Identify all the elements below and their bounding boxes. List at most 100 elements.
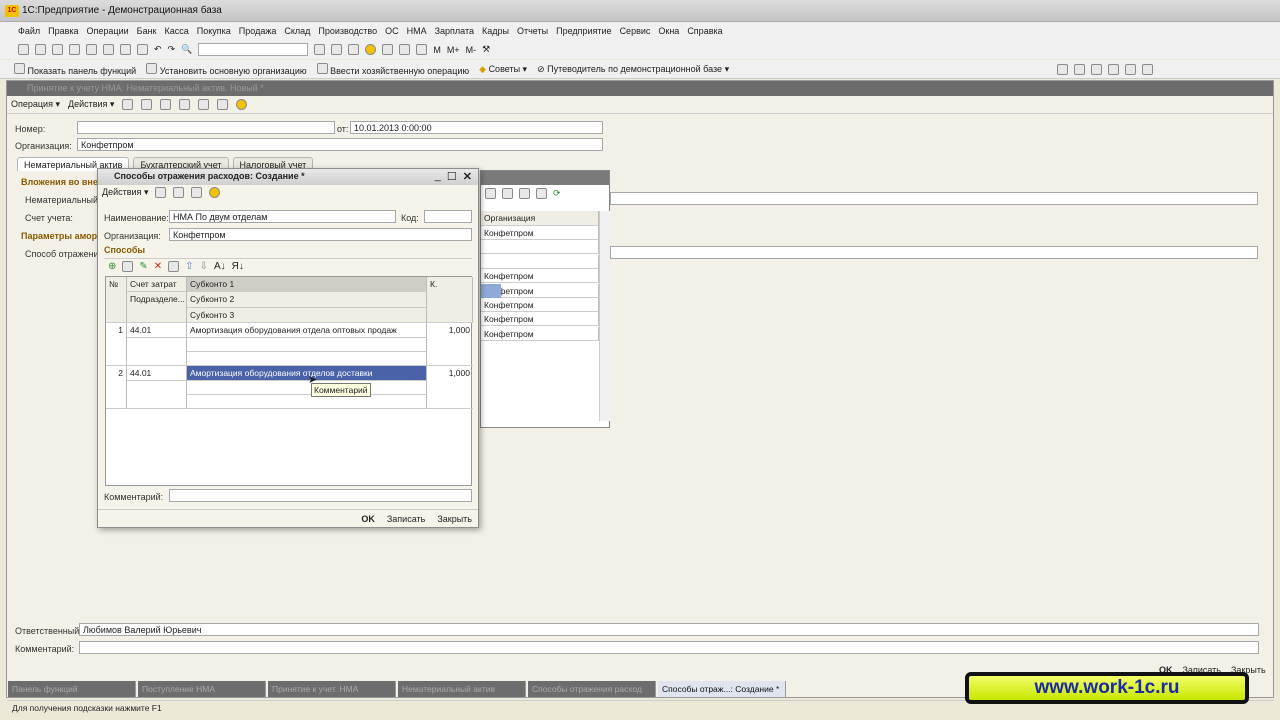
row-coef[interactable]: 1,000: [427, 323, 473, 366]
taskbar-item[interactable]: Принятие к учет. НМА: [268, 681, 396, 697]
row-sub3[interactable]: [187, 352, 427, 366]
menu-item[interactable]: Производство: [318, 26, 377, 36]
row-coef[interactable]: 1,000: [427, 366, 473, 409]
tools-icon[interactable]: ⚒: [482, 44, 490, 55]
taskbar-item[interactable]: Способы отражения расход: [528, 681, 656, 697]
taskbar-item[interactable]: Поступление НМА: [138, 681, 266, 697]
row-dept[interactable]: [127, 381, 187, 409]
save-icon[interactable]: [52, 44, 63, 55]
post-icon[interactable]: [122, 99, 134, 110]
memory-plus-button[interactable]: M+: [447, 45, 460, 55]
responsible-input[interactable]: Любимов Валерий Юрьевич: [79, 623, 1259, 636]
menu-item[interactable]: Покупка: [197, 26, 231, 36]
row-num[interactable]: 1: [106, 323, 127, 366]
copy-icon[interactable]: [86, 44, 97, 55]
dialog-actions-menu[interactable]: Действия ▾: [102, 187, 148, 198]
filter-icon[interactable]: [485, 188, 496, 199]
end-edit-icon[interactable]: [168, 261, 180, 272]
help-icon[interactable]: [236, 99, 248, 110]
date-input[interactable]: 10.01.2013 0:00:00: [350, 121, 603, 134]
row-sub1[interactable]: Амортизация оборудования отделов доставк…: [187, 366, 427, 381]
list-row[interactable]: Конфетпром: [481, 226, 599, 240]
find-next-icon[interactable]: [314, 44, 326, 55]
tile-h-icon[interactable]: [1091, 63, 1103, 75]
list-row[interactable]: [481, 254, 599, 269]
help-icon[interactable]: [209, 187, 221, 198]
operation-menu[interactable]: Операция ▾: [11, 99, 60, 110]
print-icon[interactable]: [120, 44, 131, 55]
menu-item[interactable]: Касса: [164, 26, 188, 36]
calendar2-icon[interactable]: [399, 44, 411, 55]
redo-icon[interactable]: ↷: [168, 44, 176, 55]
comment-input[interactable]: [79, 641, 1259, 654]
row-sub3[interactable]: [187, 395, 427, 409]
row-account[interactable]: 44.01: [127, 323, 187, 338]
copy-doc-icon[interactable]: [160, 99, 172, 110]
list-row[interactable]: Конфетпром: [481, 326, 599, 341]
cascade-icon[interactable]: [1074, 63, 1086, 75]
menu-item[interactable]: Правка: [48, 26, 78, 36]
delete-icon[interactable]: ✕: [154, 261, 162, 272]
menu-item[interactable]: Предприятие: [556, 26, 611, 36]
close-icon[interactable]: ✕: [463, 170, 472, 183]
menu-item[interactable]: Операции: [87, 26, 129, 36]
sort-desc-icon[interactable]: Я↓: [232, 261, 244, 272]
entries-icon[interactable]: [198, 99, 210, 110]
list-scrollbar[interactable]: [599, 211, 610, 421]
tile-icon[interactable]: [1057, 63, 1069, 75]
tile-v-icon[interactable]: [1108, 63, 1120, 75]
guide-button[interactable]: ⊘ Путеводитель по демонстрационной базе …: [537, 64, 729, 75]
minimize-icon[interactable]: _: [435, 170, 441, 183]
menu-item[interactable]: Склад: [284, 26, 310, 36]
nma-input[interactable]: [610, 192, 1258, 205]
method-input[interactable]: [610, 246, 1258, 259]
taskbar-item[interactable]: Панель функций: [8, 681, 136, 697]
refresh-icon[interactable]: ⟳: [553, 188, 561, 199]
menu-item[interactable]: Кадры: [482, 26, 509, 36]
open-icon[interactable]: [35, 44, 46, 55]
row-num[interactable]: 2: [106, 366, 127, 409]
undo-icon[interactable]: ↶: [154, 44, 162, 55]
copy-icon[interactable]: [191, 187, 203, 198]
report-icon[interactable]: [217, 99, 229, 110]
list-header-org[interactable]: Организация: [481, 211, 599, 226]
set-org-button[interactable]: Установить основную организацию: [146, 62, 307, 76]
filter-clear-icon[interactable]: [536, 188, 547, 199]
dialog-comment-input[interactable]: [169, 489, 472, 502]
taskbar-item[interactable]: Нематериальный актив: [398, 681, 526, 697]
maximize-icon[interactable]: ☐: [447, 170, 457, 183]
dialog-save-button[interactable]: Записать: [387, 514, 425, 524]
col-dept[interactable]: Подразделе...: [127, 292, 187, 323]
menu-item[interactable]: Справка: [687, 26, 722, 36]
enter-operation-button[interactable]: Ввести хозяйственную операцию: [316, 62, 469, 76]
menu-item[interactable]: Отчеты: [517, 26, 548, 36]
menu-item[interactable]: Зарплата: [435, 26, 474, 36]
search-input[interactable]: [198, 43, 309, 56]
col-sub1[interactable]: Субконто 1: [187, 277, 427, 292]
minimize-all-icon[interactable]: [1125, 63, 1137, 75]
sort-asc-icon[interactable]: A↓: [214, 261, 226, 272]
list-row[interactable]: Конфетпром: [481, 298, 599, 312]
edit-icon[interactable]: ✎: [139, 261, 147, 272]
col-account[interactable]: Счет затрат: [127, 277, 187, 292]
users-icon[interactable]: [416, 44, 428, 55]
col-num[interactable]: №: [106, 277, 127, 323]
copy-row-icon[interactable]: [122, 261, 134, 272]
menu-item[interactable]: ОС: [385, 26, 399, 36]
taskbar-item[interactable]: Способы отраж...: Создание *: [658, 681, 786, 697]
dialog-org-input[interactable]: Конфетпром: [169, 228, 472, 241]
new-icon[interactable]: [18, 44, 29, 55]
tips-button[interactable]: ◆ Советы ▾: [479, 64, 527, 75]
list-icon[interactable]: [141, 99, 153, 110]
paste-icon[interactable]: [103, 44, 114, 55]
find-prev-icon[interactable]: [331, 44, 343, 55]
structure-icon[interactable]: [179, 99, 191, 110]
list-icon[interactable]: [173, 187, 185, 198]
org-input[interactable]: Конфетпром: [77, 138, 603, 151]
add-row-icon[interactable]: ⊕: [108, 261, 116, 272]
list-row[interactable]: Конфетпром: [481, 269, 599, 284]
dialog-close-button[interactable]: Закрыть: [437, 514, 472, 524]
col-sub3[interactable]: Субконто 3: [187, 308, 427, 323]
cut-icon[interactable]: [69, 44, 80, 55]
dialog-ok-button[interactable]: OK: [361, 514, 375, 524]
